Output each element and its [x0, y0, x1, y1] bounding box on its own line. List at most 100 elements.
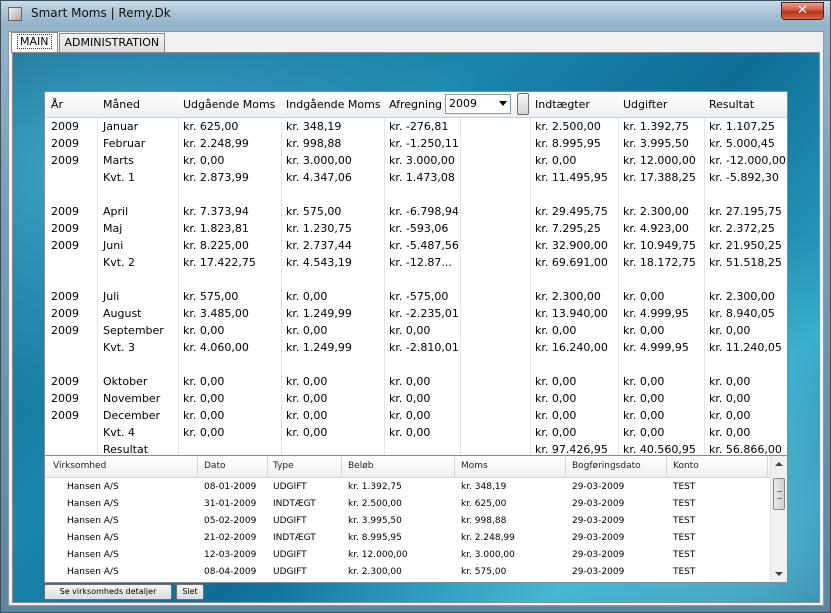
summary-row[interactable]: 2009 Juni kr. 8.225,00 kr. 2.737,44 kr. -5.4…	[45, 237, 787, 254]
cell-result: kr. 0,00	[709, 409, 751, 422]
table-row[interactable]: Hansen A/S 21-02-2009 INDTÆGT kr. 8.995,95 k…	[45, 530, 770, 547]
col-year-header[interactable]: År	[51, 98, 63, 111]
cell-month: Maj	[103, 222, 123, 235]
summary-row[interactable]: Kvt. 1 kr. 2.873,99 kr. 4.347,06 kr. 1.473,…	[45, 169, 787, 186]
cell-expenses: kr. 18.172,75	[623, 256, 696, 269]
cell-booking-date: 29-03-2009	[572, 533, 625, 543]
col-result-header[interactable]: Resultat	[709, 98, 754, 111]
col-company-header[interactable]: Virksomhed	[53, 461, 106, 471]
refresh-button[interactable]	[517, 93, 529, 115]
column-divider	[767, 456, 768, 477]
summary-row[interactable]: 2009 November kr. 0,00 kr. 0,00 kr. 0,00 kr. …	[45, 390, 787, 407]
col-account-header[interactable]: Konto	[673, 461, 699, 471]
title-bar[interactable]: Smart Moms | Remy.Dk ✕	[1, 1, 830, 27]
cell-out-vat: kr. 1.823,81	[183, 222, 249, 235]
cell-income: kr. 7.295,25	[535, 222, 601, 235]
cell-expenses: kr. 4.999,95	[623, 307, 689, 320]
cell-account: TEST	[673, 533, 696, 543]
summary-row[interactable]	[45, 271, 787, 288]
summary-row[interactable]: 2009 Oktober kr. 0,00 kr. 0,00 kr. 0,00 kr. 0…	[45, 373, 787, 390]
cell-expenses: kr. 0,00	[623, 375, 665, 388]
close-button[interactable]: ✕	[781, 2, 824, 20]
app-icon	[8, 7, 22, 21]
delete-button[interactable]: Slet	[176, 584, 204, 600]
summary-row[interactable]: 2009 Marts kr. 0,00 kr. 3.000,00 kr. 3.000,0…	[45, 152, 787, 169]
col-type-header[interactable]: Type	[273, 461, 294, 471]
col-amount-header[interactable]: Beløb	[348, 461, 373, 471]
cell-expenses: kr. 4.923,00	[623, 222, 689, 235]
summary-row[interactable]: 2009 Januar kr. 625,00 kr. 348,19 kr. -276,8…	[45, 118, 787, 135]
table-row[interactable]: Hansen A/S 12-03-2009 UDGIFT kr. 12.000,00 k…	[45, 547, 770, 564]
tab-administration[interactable]: ADMINISTRATION	[58, 33, 166, 52]
vertical-scrollbar[interactable]	[770, 456, 787, 582]
cell-amount: kr. 2.300,00	[348, 567, 402, 577]
column-divider	[197, 456, 198, 477]
summary-row[interactable]: 2009 April kr. 7.373,94 kr. 575,00 kr. -6.79…	[45, 203, 787, 220]
cell-income: kr. 0,00	[535, 426, 577, 439]
col-date-header[interactable]: Dato	[204, 461, 225, 471]
cell-in-vat: kr. 0,00	[286, 392, 328, 405]
cell-settlement: kr. -6.798,94	[389, 205, 459, 218]
cell-amount: kr. 12.000,00	[348, 550, 408, 560]
transaction-list[interactable]: Virksomhed Dato Type Beløb Moms Bogførin…	[44, 455, 788, 583]
summary-row[interactable]	[45, 186, 787, 203]
col-settlement-header[interactable]: Afregning	[389, 98, 442, 111]
summary-row[interactable]: Kvt. 2 kr. 17.422,75 kr. 4.543,19 kr. -12.8…	[45, 254, 787, 271]
cell-settlement: kr. -575,00	[389, 290, 449, 303]
cell-result: kr. 2.372,25	[709, 222, 775, 235]
col-month-header[interactable]: Måned	[103, 98, 140, 111]
year-select[interactable]: 2009	[445, 94, 511, 114]
cell-result: kr. 0,00	[709, 375, 751, 388]
col-out-vat-header[interactable]: Udgående Moms	[183, 98, 275, 111]
col-in-vat-header[interactable]: Indgående Moms	[286, 98, 381, 111]
summary-row[interactable]	[45, 356, 787, 373]
cell-type: UDGIFT	[273, 567, 307, 577]
summary-row[interactable]: 2009 August kr. 3.485,00 kr. 1.249,99 kr. -2…	[45, 305, 787, 322]
col-vat-header[interactable]: Moms	[461, 461, 488, 471]
cell-year: 2009	[51, 239, 79, 252]
summary-row[interactable]: 2009 December kr. 0,00 kr. 0,00 kr. 0,00 kr. …	[45, 407, 787, 424]
cell-expenses: kr. 1.392,75	[623, 120, 689, 133]
main-tab-page: År Måned Udgående Moms Indgående Moms Af…	[12, 52, 820, 603]
cell-expenses: kr. 17.388,25	[623, 171, 696, 184]
col-booking-date-header[interactable]: Bogføringsdato	[572, 461, 641, 471]
tab-main[interactable]: MAIN	[11, 32, 58, 53]
cell-income: kr. 16.240,00	[535, 341, 608, 354]
cell-result: kr. 11.240,05	[709, 341, 782, 354]
cell-month: Kvt. 1	[103, 171, 136, 184]
table-row[interactable]: Hansen A/S 08-01-2009 UDGIFT kr. 1.392,75 kr…	[45, 479, 770, 496]
table-row[interactable]: Hansen A/S 08-04-2009 UDGIFT kr. 2.300,00 kr…	[45, 564, 770, 581]
cell-account: TEST	[673, 516, 696, 526]
cell-amount: kr. 3.995,50	[348, 516, 402, 526]
scroll-up-icon[interactable]	[775, 462, 783, 466]
summary-row[interactable]: 2009 Februar kr. 2.248,99 kr. 998,88 kr. -1.…	[45, 135, 787, 152]
summary-row[interactable]: Kvt. 3 kr. 4.060,00 kr. 1.249,99 kr. -2.810…	[45, 339, 787, 356]
summary-row[interactable]: Kvt. 4 kr. 0,00 kr. 0,00 kr. 0,00 kr. 0,00 kr…	[45, 424, 787, 441]
table-row[interactable]: Hansen A/S 31-01-2009 INDTÆGT kr. 2.500,00 k…	[45, 496, 770, 513]
cell-out-vat: kr. 625,00	[183, 120, 239, 133]
summary-row[interactable]: 2009 Juli kr. 575,00 kr. 0,00 kr. -575,00 kr.…	[45, 288, 787, 305]
cell-out-vat: kr. 2.873,99	[183, 171, 249, 184]
cell-income: kr. 8.995,95	[535, 137, 601, 150]
cell-month: Juni	[103, 239, 124, 252]
cell-income: kr. 0,00	[535, 375, 577, 388]
summary-row[interactable]: 2009 September kr. 0,00 kr. 0,00 kr. 0,00 kr.…	[45, 322, 787, 339]
column-divider	[666, 456, 667, 477]
scroll-down-icon[interactable]	[775, 572, 783, 576]
cell-result: kr. 27.195,75	[709, 205, 782, 218]
col-income-header[interactable]: Indtægter	[535, 98, 590, 111]
cell-in-vat: kr. 2.737,44	[286, 239, 352, 252]
summary-row[interactable]: 2009 Maj kr. 1.823,81 kr. 1.230,75 kr. -593,…	[45, 220, 787, 237]
cell-year: 2009	[51, 154, 79, 167]
company-details-button[interactable]: Se virksomheds detaljer	[44, 584, 172, 600]
cell-settlement: kr. -12.87...	[389, 256, 452, 269]
cell-month: Februar	[103, 137, 146, 150]
cell-income: kr. 0,00	[535, 409, 577, 422]
cell-type: UDGIFT	[273, 516, 307, 526]
scroll-thumb[interactable]	[773, 478, 785, 510]
summary-grid[interactable]: År Måned Udgående Moms Indgående Moms Af…	[44, 91, 788, 473]
cell-vat: kr. 625,00	[461, 499, 507, 509]
cell-month: November	[103, 392, 161, 405]
table-row[interactable]: Hansen A/S 05-02-2009 UDGIFT kr. 3.995,50 kr…	[45, 513, 770, 530]
col-expenses-header[interactable]: Udgifter	[623, 98, 667, 111]
